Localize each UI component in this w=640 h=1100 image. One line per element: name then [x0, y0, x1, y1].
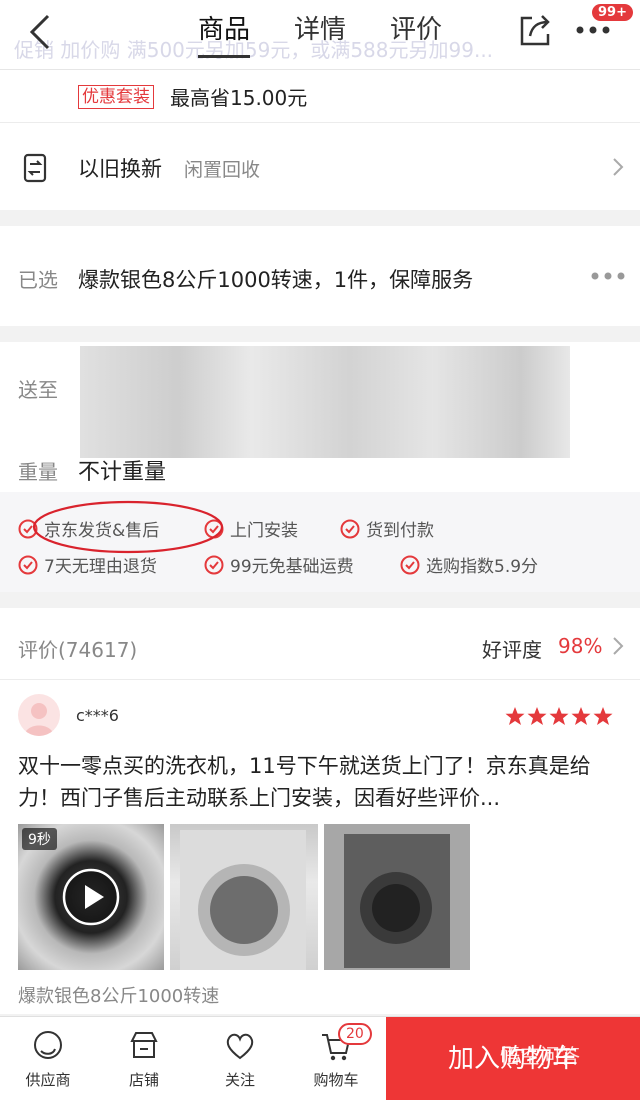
review-text[interactable]: 双十一零点买的洗衣机，11号下午就送货上门了！京东真是给力！西门子售后主动联系上… — [18, 750, 622, 814]
service-item: 选购指数5.9分 — [400, 552, 538, 577]
service-text: 上门安装 — [230, 521, 298, 541]
store-label: 店铺 — [128, 1071, 159, 1089]
weight-value: 不计重量 — [78, 460, 167, 485]
supplier-label: 供应商 — [25, 1071, 71, 1089]
cart-label: 购物车 — [313, 1071, 359, 1089]
play-icon — [62, 868, 120, 926]
review-photo[interactable] — [324, 824, 470, 970]
watermark: 悟空问答 — [500, 1044, 580, 1068]
check-circle-icon — [18, 555, 38, 574]
service-item: 99元免基础运费 — [204, 552, 354, 577]
chat-icon — [34, 1031, 62, 1059]
tab-detail[interactable]: 详情 — [294, 12, 346, 58]
review-video-thumb[interactable]: 9秒 — [18, 824, 164, 970]
store-button[interactable]: 店铺 — [104, 1029, 184, 1090]
star-icon — [549, 707, 569, 725]
rating-label: 好评度 — [482, 638, 542, 662]
chevron-right-icon — [613, 158, 624, 176]
more-dots-icon — [576, 26, 610, 34]
promo-card: 优惠套装 最高省15.00元 以旧换新 闲置回收 — [0, 70, 640, 210]
supplier-button[interactable]: 供应商 — [8, 1029, 88, 1090]
check-circle-icon — [204, 555, 224, 574]
ship-to-label: 送至 — [18, 378, 58, 402]
store-icon — [130, 1032, 158, 1058]
exchange-icon — [23, 153, 47, 183]
tradein-title: 以旧换新 — [78, 157, 162, 181]
back-button[interactable] — [22, 10, 62, 54]
rating-value: 98% — [558, 634, 603, 658]
bundle-saving-text: 最高省15.00元 — [170, 86, 308, 110]
avatar — [18, 694, 60, 736]
service-text: 货到付款 — [366, 521, 434, 541]
check-circle-icon — [340, 519, 360, 538]
selected-spec-row[interactable]: 已选 爆款银色8公斤1000转速，1件，保障服务 — [0, 226, 640, 326]
user-icon — [24, 703, 54, 736]
reviewer-name: c***6 — [76, 706, 119, 725]
tab-reviews[interactable]: 评价 — [390, 12, 442, 58]
tradein-subtitle: 闲置回收 — [184, 159, 261, 181]
washer-image — [180, 830, 306, 970]
star-rating — [504, 706, 614, 726]
tab-product[interactable]: 商品 — [198, 12, 251, 58]
notification-badge: 99+ — [592, 4, 633, 21]
weight-label: 重量 — [18, 460, 58, 484]
service-text: 选购指数5.9分 — [426, 557, 539, 577]
annotation-ellipse — [32, 500, 224, 554]
washer-image — [344, 834, 450, 968]
top-nav-bar: 促销 加价购 满500元另加59元，或满588元另加99... 商品 详情 评价… — [0, 0, 640, 70]
share-button[interactable] — [516, 12, 554, 50]
selected-label: 已选 — [18, 268, 58, 292]
delivery-card: 送至 重量 不计重量 京东发货&售后 上门安装 货到付款 7天无理由退货 99元… — [0, 342, 640, 592]
tab-bar: 商品 详情 评价 — [198, 12, 486, 58]
review-variant: 爆款银色8公斤1000转速 — [18, 986, 220, 1007]
service-text: 99元免基础运费 — [230, 557, 354, 577]
follow-button[interactable]: 关注 — [200, 1029, 280, 1090]
reviews-card: 评价(74617) 好评度 98% c***6 双十一零点买的洗衣机，11号下午… — [0, 608, 640, 1014]
bundle-tag: 优惠套装 — [78, 84, 154, 109]
service-item: 货到付款 — [340, 516, 434, 541]
selected-value: 爆款银色8公斤1000转速，1件，保障服务 — [78, 268, 474, 292]
heart-icon — [226, 1033, 254, 1060]
star-icon — [527, 707, 547, 725]
star-icon — [571, 707, 591, 725]
star-icon — [505, 707, 525, 725]
star-icon — [593, 707, 613, 725]
more-button[interactable] — [574, 20, 614, 40]
cart-count-badge: 20 — [338, 1023, 372, 1045]
review-photo[interactable] — [170, 824, 318, 970]
tradein-row[interactable]: 以旧换新 闲置回收 — [0, 123, 640, 210]
chevron-right-icon — [613, 637, 624, 655]
reviews-title: 评价(74617) — [18, 638, 138, 662]
check-circle-icon — [400, 555, 420, 574]
chevron-left-icon — [29, 14, 50, 50]
redacted-address[interactable] — [80, 346, 570, 458]
share-icon — [520, 15, 550, 46]
reviews-header[interactable]: 评价(74617) 好评度 98% — [0, 608, 640, 680]
video-duration: 9秒 — [22, 828, 57, 850]
more-dots-icon — [591, 272, 625, 280]
follow-label: 关注 — [224, 1071, 255, 1089]
